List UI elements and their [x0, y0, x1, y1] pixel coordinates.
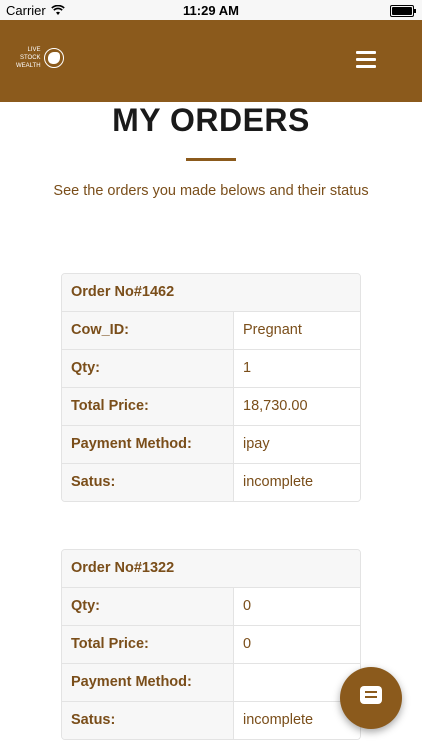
order-row: Qty: 1 [62, 349, 360, 387]
order-row: Cow_ID: Pregnant [62, 311, 360, 349]
order-number: Order No#1322 [62, 550, 360, 587]
battery-icon [390, 5, 416, 17]
logo-line-2: STOCK [20, 55, 41, 61]
order-row: Satus: incomplete [62, 701, 360, 739]
order-row: Total Price: 18,730.00 [62, 387, 360, 425]
hamburger-menu-icon[interactable] [356, 50, 376, 70]
app-header: LIVE STOCK WEALTH [0, 20, 422, 102]
brand-logo[interactable]: LIVE STOCK WEALTH [16, 46, 64, 70]
order-row: Payment Method: ipay [62, 425, 360, 463]
order-field-label: Payment Method: [62, 664, 234, 701]
page-subtitle: See the orders you made belows and their… [53, 183, 369, 199]
order-card: Order No#1322 Qty: 0 Total Price: 0 Paym… [61, 549, 361, 740]
order-row: Total Price: 0 [62, 625, 360, 663]
order-field-value: Pregnant [234, 312, 360, 349]
order-field-label: Satus: [62, 702, 234, 739]
order-field-value: 0 [234, 588, 360, 625]
order-field-value: 0 [234, 626, 360, 663]
chat-bubble-icon [360, 686, 382, 704]
order-field-label: Cow_ID: [62, 312, 234, 349]
order-field-value: ipay [234, 426, 360, 463]
order-field-value: 1 [234, 350, 360, 387]
order-field-label: Total Price: [62, 388, 234, 425]
logo-emblem-icon [43, 48, 64, 68]
page-title: MY ORDERS [112, 102, 310, 138]
logo-line-1: LIVE [27, 47, 41, 53]
logo-text: LIVE STOCK WEALTH [16, 46, 41, 70]
status-bar: Carrier 11:29 AM [0, 0, 422, 20]
order-card: Order No#1462 Cow_ID: Pregnant Qty: 1 To… [61, 273, 361, 502]
order-field-label: Qty: [62, 350, 234, 387]
title-underline [186, 158, 236, 161]
order-field-value: 18,730.00 [234, 388, 360, 425]
order-row: Satus: incomplete [62, 463, 360, 501]
order-field-label: Payment Method: [62, 426, 234, 463]
order-field-label: Total Price: [62, 626, 234, 663]
order-field-value: incomplete [234, 464, 360, 501]
order-row: Qty: 0 [62, 587, 360, 625]
order-field-label: Qty: [62, 588, 234, 625]
order-field-label: Satus: [62, 464, 234, 501]
logo-line-3: WEALTH [16, 63, 41, 69]
order-row: Payment Method: [62, 663, 360, 701]
order-number: Order No#1462 [62, 274, 360, 311]
status-time: 11:29 AM [183, 3, 239, 18]
chat-button[interactable] [340, 667, 402, 729]
